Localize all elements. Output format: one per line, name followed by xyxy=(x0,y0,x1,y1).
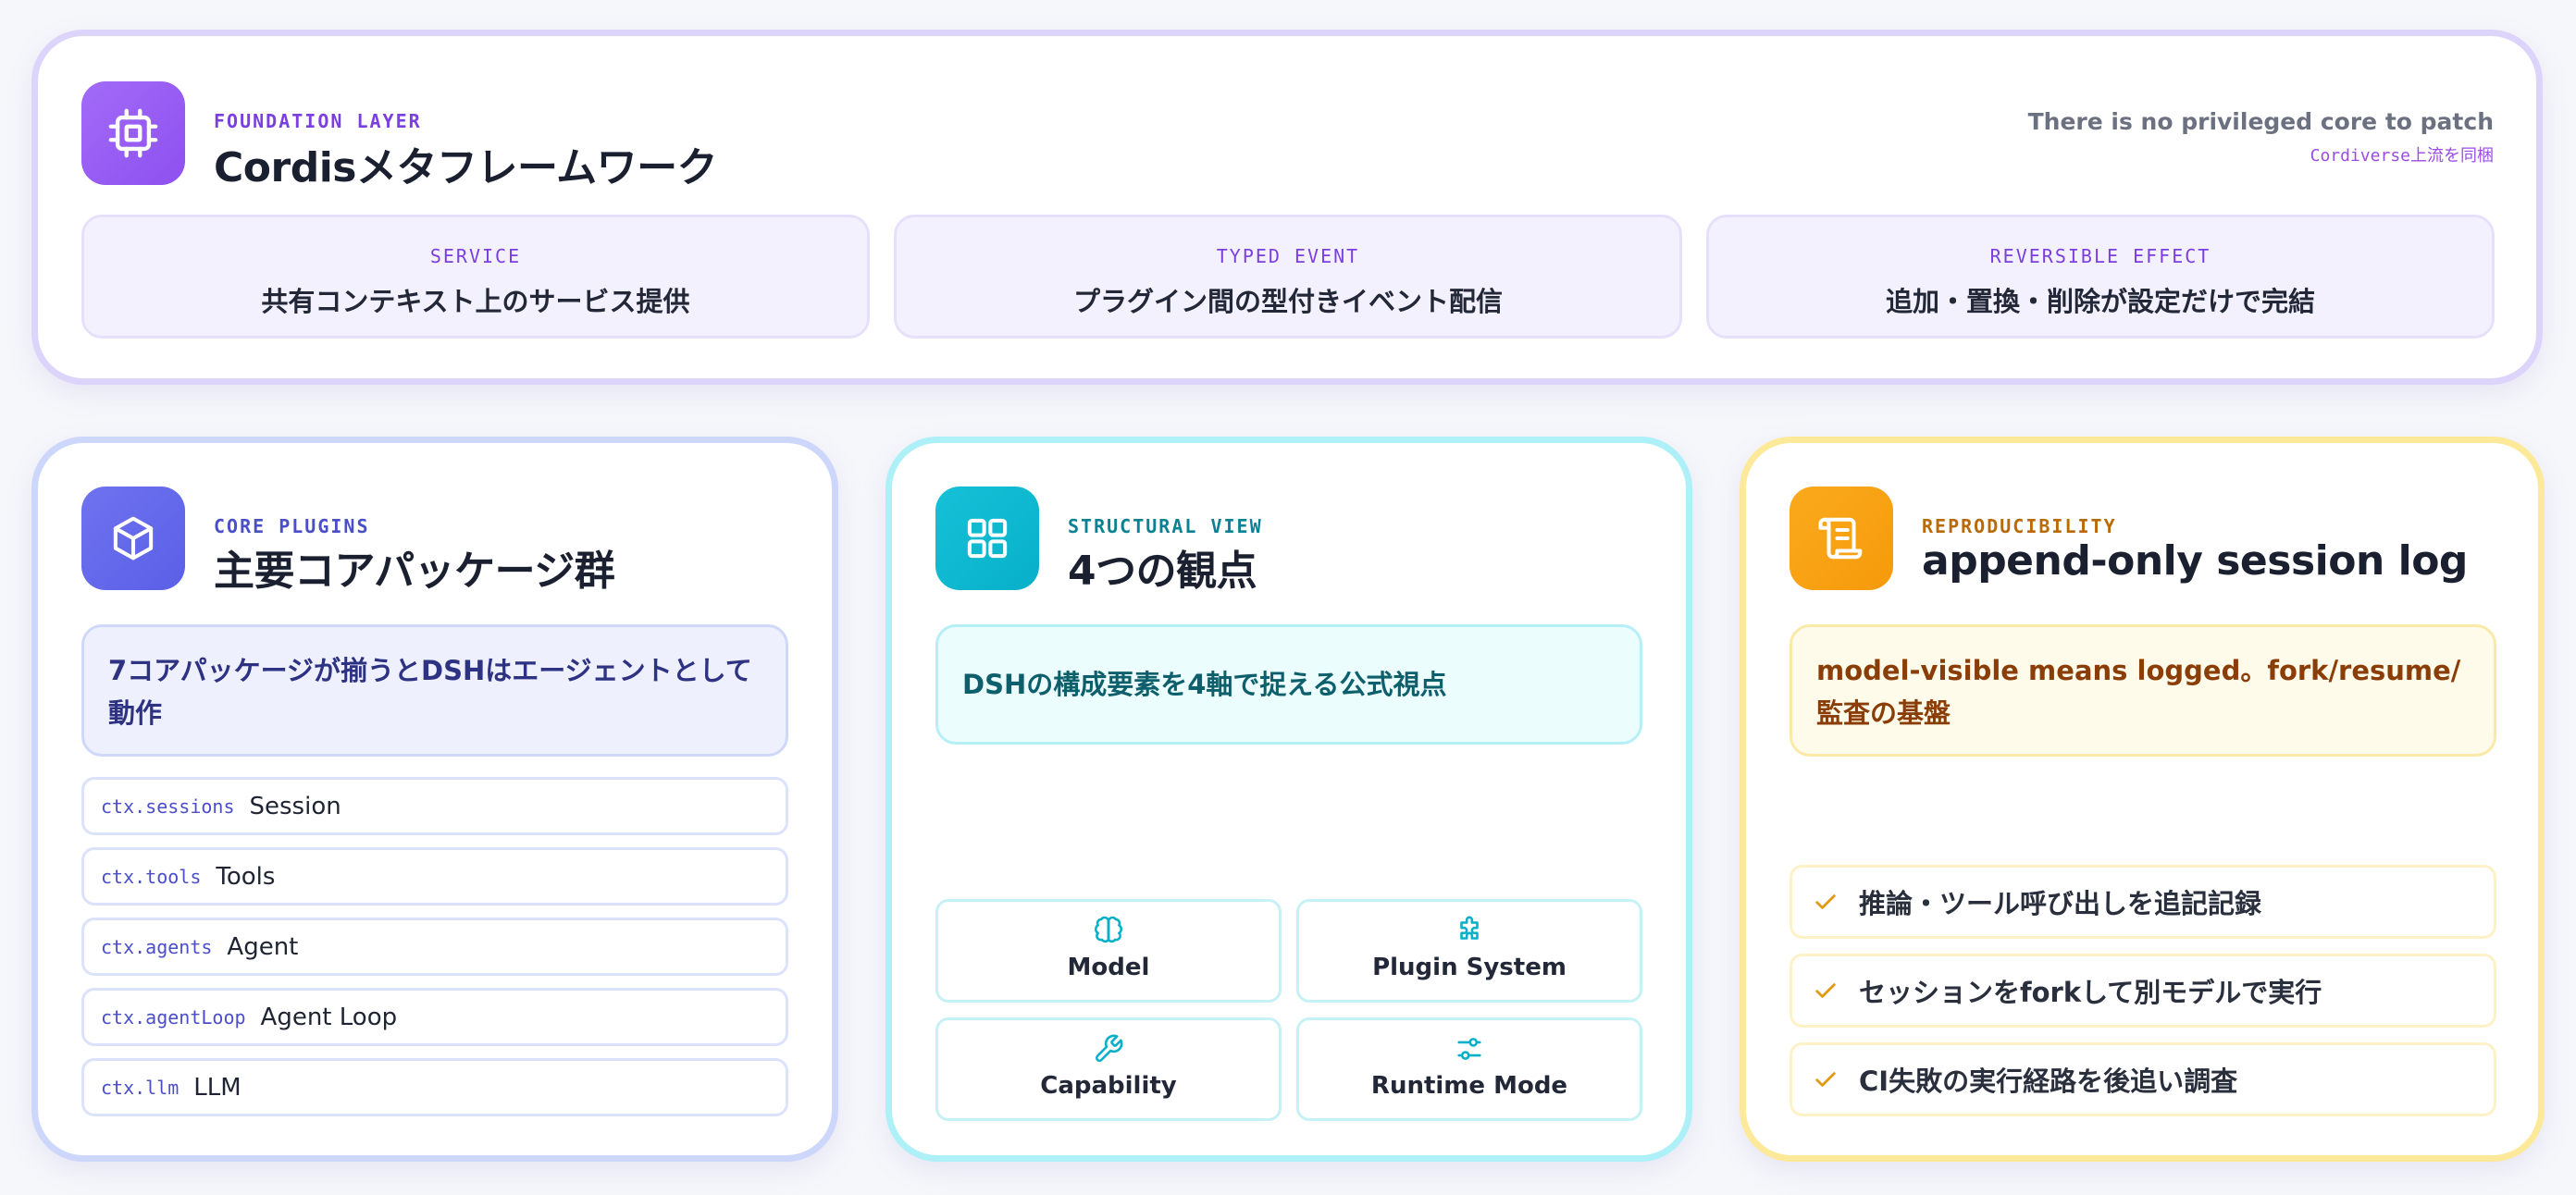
repro-title: append-only session log xyxy=(1922,537,2468,585)
facet-runtime-mode: Runtime Mode xyxy=(1296,1017,1642,1121)
check-item: セッションをforkして別モデルで実行 xyxy=(1790,954,2496,1028)
structural-icon-tile xyxy=(935,487,1039,590)
package-row-sessions: ctx.sessions Session xyxy=(81,777,788,835)
pillar-text: プラグイン間の型付きイベント配信 xyxy=(1072,286,1503,317)
foundation-card: FOUNDATION LAYER Cordisメタフレームワーク There i… xyxy=(31,30,2543,385)
reproducibility-card: REPRODUCIBILITY append-only session log … xyxy=(1740,437,2545,1162)
foundation-icon-tile xyxy=(81,81,185,185)
structural-kicker: STRUCTURAL VIEW xyxy=(1068,515,1263,537)
repro-kicker: REPRODUCIBILITY xyxy=(1922,515,2117,537)
package-row-llm: ctx.llm LLM xyxy=(81,1058,788,1116)
pillar-typed-event: TYPED EVENT プラグイン間の型付きイベント配信 xyxy=(894,215,1682,339)
check-icon xyxy=(1815,894,1836,909)
pillar-kicker: TYPED EVENT xyxy=(1216,245,1360,267)
pillar-service: SERVICE 共有コンテキスト上のサービス提供 xyxy=(81,215,870,339)
facet-label: Runtime Mode xyxy=(1370,1072,1568,1100)
package-code: ctx.agentLoop xyxy=(101,1005,246,1029)
check-item: CI失敗の実行経路を後追い調査 xyxy=(1790,1042,2496,1116)
package-row-tools: ctx.tools Tools xyxy=(81,847,788,905)
check-icon xyxy=(1815,1072,1836,1087)
package-label: LLM xyxy=(193,1073,242,1102)
structural-callout: DSHの構成要素を4軸で捉える公式視点 xyxy=(935,624,1642,745)
brain-icon xyxy=(1095,916,1122,943)
pillar-reversible-effect: REVERSIBLE EFFECT 追加・置換・削除が設定だけで完結 xyxy=(1706,215,2495,339)
check-item: 推論・ツール呼び出しを追記記録 xyxy=(1790,865,2496,939)
check-text: 推論・ツール呼び出しを追記記録 xyxy=(1859,888,2262,919)
facet-model: Model xyxy=(935,899,1282,1003)
package-label: Agent xyxy=(227,932,299,961)
facet-label: Model xyxy=(1067,954,1150,981)
structural-callout-text: DSHの構成要素を4軸で捉える公式視点 xyxy=(962,669,1447,700)
tagline-sub: Cordiverse上流を同梱 xyxy=(2310,146,2494,166)
wrench-icon xyxy=(1096,1034,1123,1062)
package-row-agents: ctx.agents Agent xyxy=(81,918,788,976)
core-callout: 7コアパッケージが揃うとDSHはエージェントとして動作 xyxy=(81,624,788,757)
check-text: セッションをforkして別モデルで実行 xyxy=(1859,977,2322,1008)
repro-icon-tile xyxy=(1790,487,1893,590)
pillar-text: 追加・置換・削除が設定だけで完結 xyxy=(1885,286,2315,317)
package-code: ctx.tools xyxy=(101,865,202,888)
core-icon-tile xyxy=(81,487,185,590)
core-plugins-card: CORE PLUGINS 主要コアパッケージ群 7コアパッケージが揃うとDSHは… xyxy=(31,437,838,1162)
package-code: ctx.agents xyxy=(101,935,213,958)
structural-title: 4つの観点 xyxy=(1068,548,1257,595)
facet-label: Plugin System xyxy=(1372,954,1567,981)
facet-plugin-system: Plugin System xyxy=(1296,899,1642,1003)
grid-icon xyxy=(967,518,1008,559)
pillar-kicker: SERVICE xyxy=(429,245,522,267)
package-row-agent-loop: ctx.agentLoop Agent Loop xyxy=(81,988,788,1046)
repro-callout: model-visible means logged。fork/resume/監… xyxy=(1790,624,2496,757)
scroll-icon xyxy=(1818,517,1863,560)
foundation-kicker: FOUNDATION LAYER xyxy=(214,110,422,132)
tagline-main: There is no privileged core to patch xyxy=(2027,108,2494,135)
pillar-text: 共有コンテキスト上のサービス提供 xyxy=(261,286,690,317)
foundation-tagline: There is no privileged core to patch Cor… xyxy=(2028,108,2494,166)
facet-label: Capability xyxy=(1040,1072,1177,1100)
foundation-title: Cordisメタフレームワーク xyxy=(214,144,718,191)
sliders-icon xyxy=(1457,1038,1481,1060)
package-code: ctx.llm xyxy=(101,1076,180,1099)
puzzle-icon xyxy=(1460,916,1479,940)
core-kicker: CORE PLUGINS xyxy=(214,515,370,537)
package-label: Agent Loop xyxy=(260,1003,398,1031)
package-label: Tools xyxy=(216,862,276,891)
cpu-chip-icon xyxy=(108,108,158,158)
package-code: ctx.sessions xyxy=(101,795,235,818)
package-cube-icon xyxy=(113,516,154,561)
core-title: 主要コアパッケージ群 xyxy=(214,548,615,595)
package-label: Session xyxy=(249,792,341,820)
check-icon xyxy=(1815,983,1836,998)
facet-capability: Capability xyxy=(935,1017,1282,1121)
structural-view-card: STRUCTURAL VIEW 4つの観点 DSHの構成要素を4軸で捉える公式視… xyxy=(886,437,1692,1162)
check-text: CI失敗の実行経路を後追い調査 xyxy=(1859,1066,2238,1097)
pillar-kicker: REVERSIBLE EFFECT xyxy=(1989,245,2211,267)
